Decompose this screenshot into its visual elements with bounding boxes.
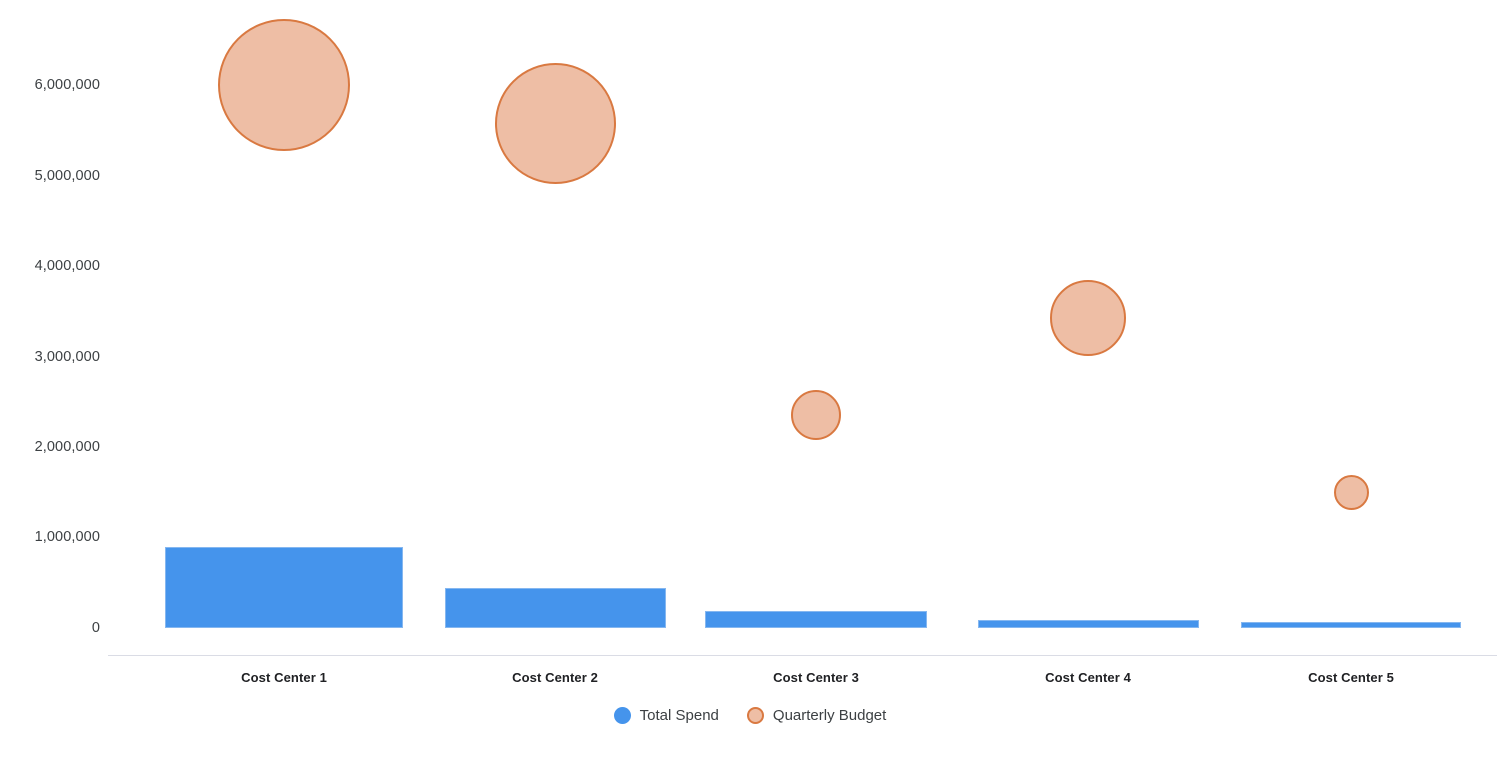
legend-swatch-circle-icon-quarterly-budget	[746, 707, 764, 724]
x-axis-label-cost-center-1: Cost Center 1	[241, 670, 327, 685]
y-tick-label-4000000: 4,000,000	[34, 258, 100, 274]
y-axis: 6,000,000 5,000,000 4,000,000 3,000,000 …	[0, 0, 100, 660]
y-tick-label-5000000: 5,000,000	[34, 168, 100, 184]
bar-total-spend-cost-center-2[interactable]	[444, 588, 666, 628]
legend-label-quarterly-budget: Quarterly Budget	[772, 707, 887, 724]
x-axis-label-cost-center-4: Cost Center 4	[1045, 670, 1131, 685]
x-axis-baseline	[108, 655, 1497, 656]
bubble-quarterly-budget-cost-center-4[interactable]	[1050, 279, 1126, 356]
y-tick-label-1000000: 1,000,000	[34, 529, 100, 545]
y-tick-label-2000000: 2,000,000	[34, 439, 100, 455]
y-tick-label-3000000: 3,000,000	[34, 349, 100, 365]
bar-total-spend-cost-center-4[interactable]	[977, 620, 1199, 628]
legend-label-total-spend: Total Spend	[639, 707, 719, 724]
bar-total-spend-cost-center-5[interactable]	[1241, 621, 1461, 628]
bubble-quarterly-budget-cost-center-1[interactable]	[218, 19, 350, 151]
x-axis-label-cost-center-2: Cost Center 2	[512, 670, 598, 685]
legend-item-total-spend[interactable]: Total Spend	[613, 707, 719, 724]
bubble-bar-chart: 6,000,000 5,000,000 4,000,000 3,000,000 …	[0, 0, 1500, 763]
x-axis-label-cost-center-5: Cost Center 5	[1308, 670, 1394, 685]
plot-area: 6,000,000 5,000,000 4,000,000 3,000,000 …	[0, 0, 1500, 660]
y-tick-label-0: 0	[91, 620, 100, 636]
bubble-quarterly-budget-cost-center-3[interactable]	[791, 390, 841, 441]
bubble-quarterly-budget-cost-center-5[interactable]	[1333, 474, 1369, 510]
bar-total-spend-cost-center-1[interactable]	[165, 547, 403, 628]
legend-item-quarterly-budget[interactable]: Quarterly Budget	[746, 707, 887, 724]
y-tick-label-6000000: 6,000,000	[34, 77, 100, 93]
legend-swatch-circle-icon-total-spend	[613, 707, 631, 724]
bubble-quarterly-budget-cost-center-2[interactable]	[494, 62, 616, 184]
x-axis-label-cost-center-3: Cost Center 3	[773, 670, 859, 685]
chart-legend: Total Spend Quarterly Budget	[0, 707, 1500, 724]
bar-total-spend-cost-center-3[interactable]	[705, 610, 927, 628]
